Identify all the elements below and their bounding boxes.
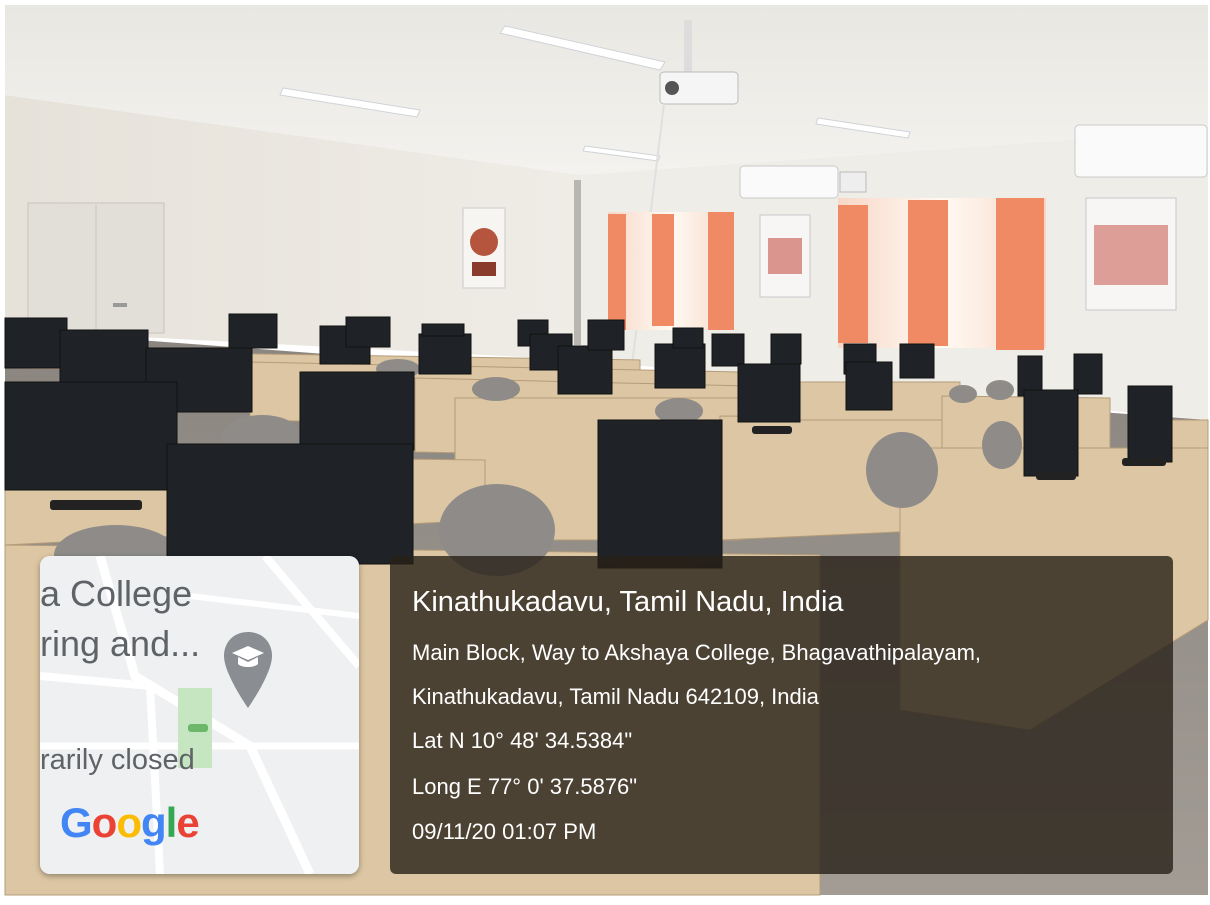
location-info-panel: Kinathukadavu, Tamil Nadu, India Main Bl…: [390, 556, 1173, 874]
google-logo: Google: [60, 799, 200, 846]
address-line-1: Main Block, Way to Akshaya College, Bhag…: [412, 640, 982, 665]
door: [27, 202, 165, 334]
window-right: [838, 198, 1046, 350]
window-left: [608, 212, 734, 330]
geotagged-photo: a College ring and... rarily closed Goog…: [0, 0, 1210, 905]
wall-pipe: [574, 180, 581, 345]
location-title: Kinathukadavu, Tamil Nadu, India: [412, 586, 844, 618]
address-line-2: Kinathukadavu, Tamil Nadu 642109, India: [412, 684, 819, 709]
wall-poster-left: [462, 207, 506, 289]
map-thumbnail[interactable]: a College ring and... rarily closed Goog…: [40, 556, 359, 874]
graduation-cap-icon[interactable]: [220, 630, 276, 710]
map-status-label: rarily closed: [40, 744, 195, 776]
map-place-label-continued: ring and...: [40, 623, 201, 664]
timestamp: 09/11/20 01:07 PM: [412, 819, 597, 844]
longitude-readout: Long E 77° 0' 37.5876": [412, 774, 638, 799]
map-place-label: a College: [40, 573, 193, 614]
latitude-readout: Lat N 10° 48' 34.5384": [412, 728, 633, 753]
